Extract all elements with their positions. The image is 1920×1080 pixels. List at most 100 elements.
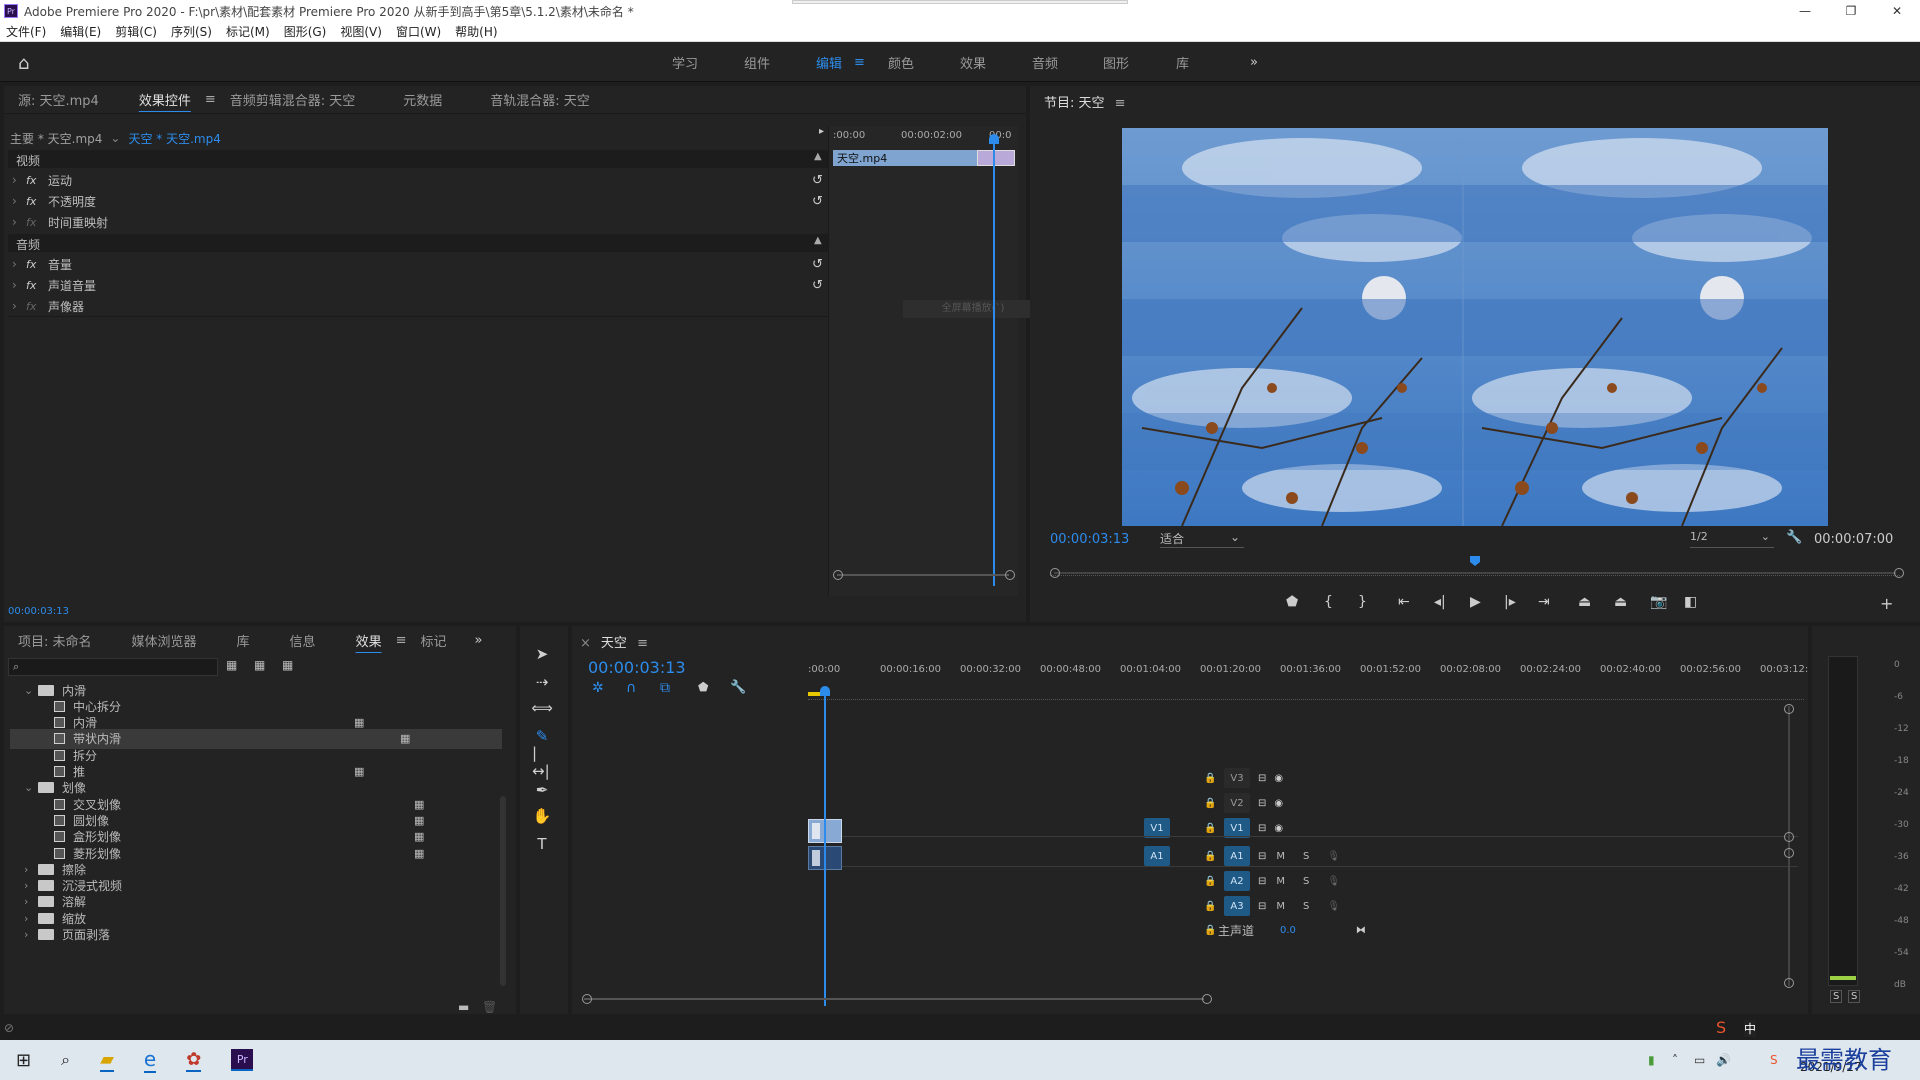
fit-dropdown[interactable]: 适合 ⌄ <box>1160 530 1244 548</box>
mute-button[interactable]: M <box>1276 876 1285 887</box>
home-icon[interactable]: ⌂ <box>18 53 29 74</box>
timeline-playhead[interactable] <box>824 692 826 1006</box>
lock-icon[interactable]: 🔒 <box>1204 925 1218 936</box>
mini-playhead-handle[interactable] <box>989 134 999 144</box>
workspace-more-button[interactable]: » <box>1250 42 1258 82</box>
fx-badge[interactable]: fx <box>26 279 48 292</box>
sequence-clip-label[interactable]: 天空 * 天空.mp4 <box>128 130 220 147</box>
scrub-handle-left[interactable] <box>1050 568 1060 578</box>
camera-icon[interactable]: 📷 <box>1650 594 1667 610</box>
program-video-frame[interactable] <box>1122 128 1828 526</box>
lock-icon[interactable]: 🔒 <box>1204 876 1224 887</box>
solo-right-button[interactable]: S <box>1848 990 1861 1003</box>
sogou-tray-icon[interactable]: S <box>1770 1053 1778 1067</box>
lock-icon[interactable]: 🔒 <box>1204 901 1224 912</box>
solo-button[interactable]: S <box>1303 876 1309 887</box>
network-icon[interactable]: ▭ <box>1694 1053 1705 1067</box>
program-tab[interactable]: 节目: 天空 ≡ <box>1044 92 1126 111</box>
pen-tool-icon[interactable]: ✒ <box>532 780 552 800</box>
mute-button[interactable]: M <box>1276 851 1285 862</box>
solo-left-button[interactable]: S <box>1830 990 1843 1003</box>
reset-icon[interactable]: ↺ <box>812 173 823 188</box>
timeline-ruler[interactable]: :00:00 00:00:16:00 00:00:32:00 00:00:48:00 0… <box>808 662 1808 692</box>
chevron-down-icon[interactable]: ⌄ <box>110 131 120 145</box>
search-icon[interactable]: ⌕ <box>61 1050 70 1070</box>
track-label-a2[interactable]: A2 <box>1224 871 1250 891</box>
tab-project[interactable]: 项目: 未命名 <box>4 631 106 650</box>
panel-menu-icon[interactable]: ≡ <box>1115 96 1126 111</box>
tray-icon[interactable]: ▮ <box>1648 1053 1655 1067</box>
eye-icon[interactable]: ◉ <box>1274 798 1283 809</box>
lock-icon[interactable]: 🔒 <box>1204 798 1224 809</box>
app-icon[interactable]: ✿ <box>186 1049 202 1072</box>
step-forward-icon[interactable]: |▸ <box>1504 594 1516 610</box>
fx-badge[interactable]: fx <box>26 195 48 208</box>
lock-icon[interactable]: 🔒 <box>1204 851 1224 862</box>
scrub-handle-right[interactable] <box>1894 568 1904 578</box>
trash-icon[interactable]: 🗑 <box>482 1000 497 1014</box>
workspace-graphics[interactable]: 图形 <box>1103 42 1129 82</box>
zoom-handle-left[interactable] <box>833 570 843 580</box>
close-icon[interactable]: × <box>580 636 591 651</box>
go-to-edit-icon[interactable]: ⧓ <box>1356 925 1366 936</box>
effect-row-motion[interactable]: › fx 运动 ↺ <box>12 170 828 190</box>
chevron-right-icon[interactable]: › <box>24 879 38 892</box>
chevron-down-icon[interactable]: ⌄ <box>24 781 38 794</box>
menu-marker[interactable]: 标记(M) <box>226 23 270 40</box>
workspace-editing[interactable]: 编辑 <box>816 42 842 82</box>
reset-icon[interactable]: ↺ <box>812 194 823 209</box>
mini-clip-bar[interactable]: 天空.mp4 <box>833 150 977 166</box>
zoom-handle-right[interactable] <box>1005 570 1015 580</box>
effects-search-input[interactable]: ⌕ <box>8 658 218 676</box>
ime-mode[interactable]: 中 <box>1744 1020 1757 1037</box>
menu-help[interactable]: 帮助(H) <box>455 23 497 40</box>
add-marker-icon[interactable]: ⬟ <box>698 680 708 694</box>
chevron-right-icon[interactable]: › <box>24 928 38 941</box>
fx-badge[interactable]: fx <box>26 174 48 187</box>
accelerated-effects-icon[interactable]: ▦ <box>226 658 237 672</box>
tab-audio-track-mixer[interactable]: 音轨混合器: 天空 <box>476 90 604 109</box>
chevron-right-icon[interactable]: › <box>24 863 38 876</box>
expand-icon[interactable]: › <box>12 194 26 208</box>
timeline-timecode[interactable]: 00:00:03:13 <box>588 658 686 677</box>
track-select-tool-icon[interactable]: ⇢ <box>532 672 552 692</box>
collapse-up-icon[interactable]: ▲ <box>814 235 822 246</box>
edge-icon[interactable]: e <box>143 1047 157 1073</box>
sync-lock-icon[interactable]: ⊟ <box>1258 798 1266 809</box>
sync-lock-icon[interactable]: ⊟ <box>1258 851 1266 862</box>
premiere-taskbar-icon[interactable]: Pr <box>231 1049 254 1071</box>
slip-tool-icon[interactable]: |↔| <box>532 744 552 780</box>
file-explorer-icon[interactable]: ▰ <box>100 1049 114 1072</box>
volume-icon[interactable]: 🔊 <box>1716 1053 1731 1067</box>
tab-effects[interactable]: 效果 <box>342 631 396 650</box>
mute-button[interactable]: M <box>1276 901 1285 912</box>
effect-row-opacity[interactable]: › fx 不透明度 ↺ <box>12 191 828 211</box>
type-tool-icon[interactable]: T <box>532 834 552 854</box>
workspace-audio[interactable]: 音频 <box>1032 42 1058 82</box>
go-to-out-icon[interactable]: ⇥ <box>1538 594 1550 610</box>
hand-tool-icon[interactable]: ✋ <box>532 806 552 826</box>
track-label-a1[interactable]: A1 <box>1224 846 1250 866</box>
effect-row-time-remap[interactable]: › fx 时间重映射 <box>12 212 828 232</box>
track-label-v1[interactable]: V1 <box>1224 818 1250 838</box>
menu-window[interactable]: 窗口(W) <box>396 23 441 40</box>
chevron-right-icon[interactable]: › <box>24 895 38 908</box>
source-patch-a1[interactable]: A1 <box>1144 846 1170 866</box>
minimize-button[interactable]: — <box>1782 0 1828 22</box>
expand-icon[interactable]: › <box>12 215 26 229</box>
solo-button[interactable]: S <box>1303 851 1309 862</box>
sync-lock-icon[interactable]: ⊟ <box>1258 876 1266 887</box>
mark-out-icon[interactable]: } <box>1358 594 1367 610</box>
panel-menu-icon[interactable]: ≡ <box>396 633 407 648</box>
sogou-ime-icon[interactable]: S <box>1716 1018 1726 1037</box>
add-button-icon[interactable]: + <box>1880 594 1893 613</box>
microphone-icon[interactable]: 🎙 <box>1327 851 1340 862</box>
eye-icon[interactable]: ◉ <box>1274 773 1283 784</box>
razor-tool-icon[interactable]: ✎ <box>532 726 552 746</box>
effect-row-panner[interactable]: › fx 声像器 <box>12 296 828 316</box>
master-volume-value[interactable]: 0.0 <box>1280 925 1296 936</box>
lock-icon[interactable]: 🔒 <box>1204 823 1224 834</box>
expand-icon[interactable]: › <box>12 257 26 271</box>
effect-folder[interactable]: › 页面剥落 <box>24 925 504 945</box>
track-label-v3[interactable]: V3 <box>1224 768 1250 788</box>
